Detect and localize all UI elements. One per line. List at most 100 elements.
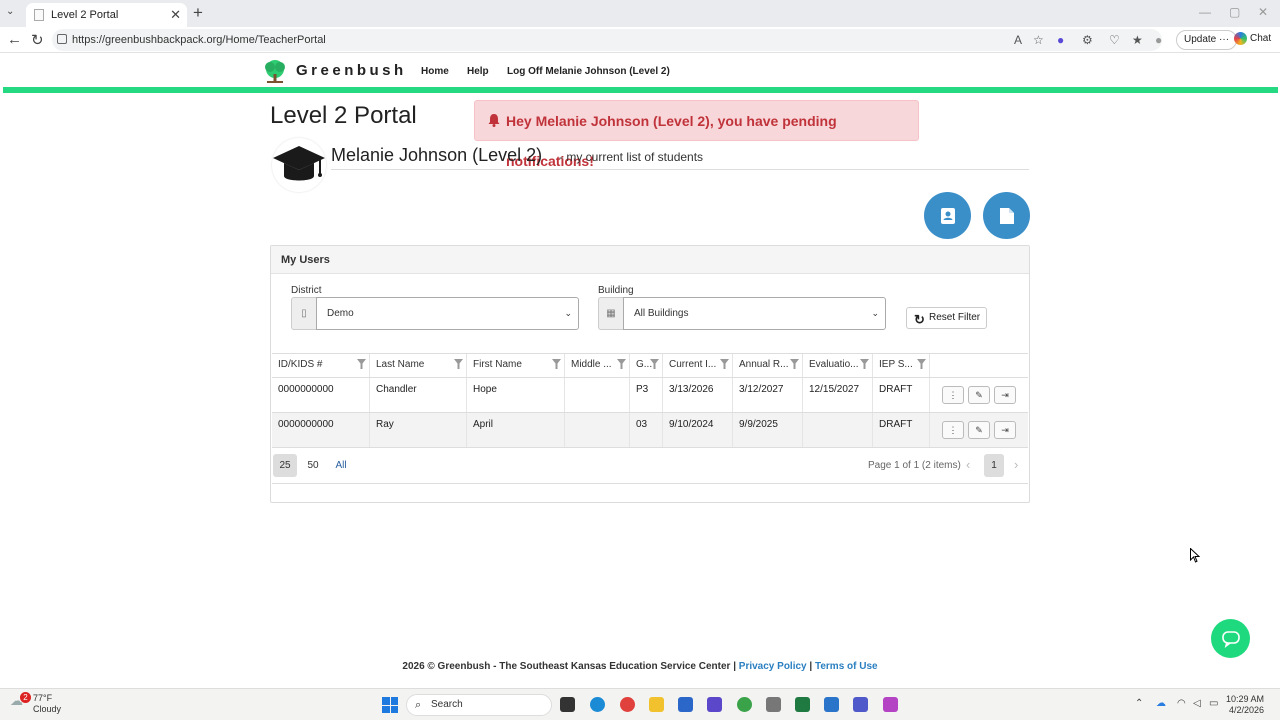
filter-icon[interactable] [650,359,659,369]
read-aloud-icon[interactable]: A [1014,33,1022,47]
more-options-icon[interactable]: ⋮ [942,386,964,404]
favorite-star-icon[interactable]: ☆ [1033,33,1044,47]
update-label: Update [1184,34,1217,45]
more-options-icon[interactable]: ⋮ [942,421,964,439]
nav-help-link[interactable]: Help [467,66,489,77]
taskbar-search[interactable]: ⌕ Search [406,694,552,716]
filter-icon[interactable] [790,359,799,369]
chrome-icon[interactable] [737,697,752,712]
next-page-icon[interactable]: › [1014,457,1018,472]
document-button[interactable] [983,192,1030,239]
back-icon[interactable]: ← [7,31,22,48]
calculator-icon[interactable] [766,697,781,712]
column-header[interactable]: G... [630,354,663,377]
column-header[interactable]: Current I... [663,354,733,377]
cell-grade: P3 [630,378,663,412]
column-header[interactable]: Middle ... [565,354,630,377]
maximize-icon[interactable]: ▢ [1229,5,1240,19]
tab-actions-icon[interactable]: ⌄ [6,6,14,17]
table-row[interactable]: 0000000000 Ray April 03 9/10/2024 9/9/20… [272,413,1028,448]
nav-home-link[interactable]: Home [421,66,449,77]
district-select[interactable]: Demo ⌄ [316,297,579,330]
filter-icon[interactable] [552,359,561,369]
new-tab-icon[interactable]: + [193,3,203,23]
excel-icon[interactable] [795,697,810,712]
column-header[interactable]: Last Name [370,354,467,377]
filter-icon[interactable] [454,359,463,369]
copilot-icon [1234,32,1247,45]
contact-card-button[interactable] [924,192,971,239]
grid-header-row: ID/KIDS # Last Name First Name Middle ..… [272,354,1028,378]
page-size-all[interactable]: All [329,454,353,477]
page-size-50[interactable]: 50 [301,454,325,477]
filter-icon[interactable] [357,359,366,369]
file-manager-icon[interactable] [560,697,575,712]
page-size-25[interactable]: 25 [273,454,297,477]
onedrive-icon[interactable]: ☁ [1156,698,1166,709]
current-page[interactable]: 1 [984,454,1004,477]
show-hidden-icons-icon[interactable]: ⌃ [1135,698,1143,709]
copilot-chat-button[interactable]: Chat [1234,32,1271,45]
notepad-icon[interactable] [824,697,839,712]
app-icon[interactable] [620,697,635,712]
building-label: Building [598,285,634,296]
terms-of-use-link[interactable]: Terms of Use [815,661,878,672]
wifi-icon[interactable]: ◠ [1177,698,1186,709]
app-icon[interactable] [707,697,722,712]
filter-icon[interactable] [917,359,926,369]
browser-essentials-icon[interactable]: ♡ [1109,33,1120,47]
open-icon[interactable]: ⇥ [994,386,1016,404]
reset-filter-button[interactable]: ↻ Reset Filter [906,307,987,329]
privacy-policy-link[interactable]: Privacy Policy [739,661,807,672]
extensions-icon[interactable]: ⚙ [1082,33,1093,47]
column-header[interactable]: Evaluatio... [803,354,873,377]
notification-alert[interactable]: Hey Melanie Johnson (Level 2), you have … [474,100,919,169]
cell-first-name: Hope [467,378,565,412]
open-icon[interactable]: ⇥ [994,421,1016,439]
column-header[interactable]: First Name [467,354,565,377]
update-button[interactable]: Update ··· [1176,30,1238,50]
minimize-icon[interactable]: — [1199,5,1211,19]
filter-icon[interactable] [860,359,869,369]
weather-desc: Cloudy [33,704,62,714]
search-icon: ⌕ [415,699,422,711]
filter-icon[interactable] [617,359,626,369]
edit-icon[interactable]: ✎ [968,421,990,439]
column-header[interactable]: Annual R... [733,354,803,377]
brand-name[interactable]: Greenbush [296,62,407,79]
favorites-icon[interactable]: ★ [1132,33,1143,47]
nav-logoff-link[interactable]: Log Off Melanie Johnson (Level 2) [507,66,670,77]
settings-app-icon[interactable] [678,697,693,712]
edge-icon[interactable] [590,697,605,712]
window-close-icon[interactable]: ✕ [1258,5,1268,19]
building-select[interactable]: All Buildings ⌄ [623,297,886,330]
column-header[interactable]: IEP S... [873,354,930,377]
extension-icon[interactable]: ● [1057,33,1064,47]
profile-avatar-icon[interactable]: ● [1155,33,1162,47]
chat-help-button[interactable] [1211,619,1250,658]
volume-icon[interactable]: ◁ [1193,698,1201,709]
school-icon: ▦ [598,297,623,330]
browser-tab[interactable]: Level 2 Portal ✕ [26,3,187,27]
url-field[interactable]: https://greenbushbackpack.org/Home/Teach… [52,29,1162,51]
prev-page-icon[interactable]: ‹ [966,457,970,472]
folder-icon[interactable] [649,697,664,712]
snipping-tool-icon[interactable] [883,697,898,712]
site-info-icon[interactable] [57,34,67,44]
column-header[interactable]: ID/KIDS # [272,354,370,377]
cell-middle-name [565,378,630,412]
system-clock[interactable]: 10:29 AM 4/2/2026 [1226,694,1264,716]
table-row[interactable]: 0000000000 Chandler Hope P3 3/13/2026 3/… [272,378,1028,413]
chevron-down-icon: ⌄ [871,308,879,318]
filter-icon[interactable] [720,359,729,369]
tab-close-icon[interactable]: ✕ [170,7,181,23]
refresh-icon[interactable]: ↻ [31,31,44,49]
battery-icon[interactable]: ▭ [1209,698,1218,709]
column-header-label: ID/KIDS # [278,359,323,370]
windows-start-icon[interactable] [382,697,398,713]
tab-title: Level 2 Portal [51,9,119,21]
edit-icon[interactable]: ✎ [968,386,990,404]
teams-icon[interactable] [853,697,868,712]
bell-icon [488,114,500,127]
greenbush-logo-icon[interactable] [262,58,288,84]
